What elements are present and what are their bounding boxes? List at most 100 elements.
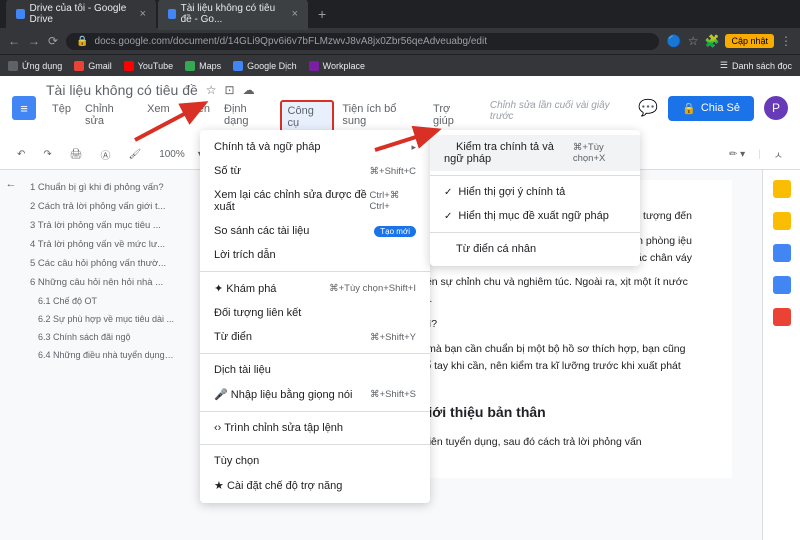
maps-icon[interactable] [773, 308, 791, 326]
separator [200, 271, 430, 272]
linked-objects-item[interactable]: Đối tượng liên kết [200, 301, 430, 325]
collapse-button[interactable]: ㅅ [769, 144, 788, 165]
avatar[interactable]: P [764, 96, 788, 120]
last-edit-text: Chỉnh sửa lần cuối vài giây trước [490, 100, 628, 134]
dictionary-item[interactable]: Từ điển⌘+Shift+Y [200, 325, 430, 349]
outline-item[interactable]: 3 Trả lời phỏng vấn mục tiêu ... [28, 216, 176, 235]
reading-list[interactable]: ☰Danh sách đọc [720, 60, 792, 71]
workplace-icon [309, 61, 319, 71]
gmail-bookmark[interactable]: Gmail [74, 61, 112, 71]
tab-title: Drive của tôi - Google Drive [30, 3, 135, 25]
outline-item[interactable]: 4 Trả lời phỏng vấn về mức lư... [28, 235, 176, 254]
print-button[interactable]: 🖨 [65, 146, 88, 163]
youtube-bookmark[interactable]: YouTube [124, 61, 173, 71]
outline-item[interactable]: 6.3 Chính sách đãi ngộ [28, 328, 176, 346]
undo-button[interactable]: ↶ [12, 146, 30, 163]
tasks-icon[interactable] [773, 244, 791, 262]
list-icon: ☰ [720, 60, 728, 71]
mic-icon: 🎤 [214, 389, 228, 401]
cloud-icon[interactable]: ☁ [243, 83, 255, 97]
compare-docs-item[interactable]: So sánh các tài liệuTạo mới [200, 219, 430, 243]
back-button[interactable]: ← [8, 34, 20, 48]
citations-item[interactable]: Lời trích dẫn [200, 243, 430, 267]
reload-button[interactable]: ⟳ [48, 34, 58, 48]
url-field[interactable]: 🔒 docs.google.com/document/d/14GLi9Qpv6i6… [66, 33, 659, 50]
explore-item[interactable]: ✦ Khám phá⌘+Tùy chọn+Shift+I [200, 276, 430, 301]
keep-icon[interactable] [773, 212, 791, 230]
explore-icon: ✦ [214, 283, 223, 295]
close-icon[interactable]: × [140, 8, 146, 20]
script-editor-item[interactable]: ‹› Trình chỉnh sửa tập lệnh [200, 416, 430, 440]
calendar-icon[interactable] [773, 180, 791, 198]
maps-bookmark[interactable]: Maps [185, 61, 221, 71]
outline-item[interactable]: 6.4 Những điều nhà tuyển dụng ... [28, 346, 176, 364]
show-spelling-item[interactable]: ✓Hiển thị gợi ý chính tả [430, 180, 640, 204]
outline-item[interactable]: 6.1 Chế độ OT [28, 292, 176, 310]
new-badge: Tạo mới [374, 226, 416, 237]
document-outline: 1 Chuẩn bị gì khi đi phỏng vấn? 2 Cách t… [22, 170, 182, 540]
gmail-icon [74, 61, 84, 71]
youtube-icon [124, 61, 134, 71]
browser-tab[interactable]: Drive của tôi - Google Drive × [6, 0, 156, 30]
comment-icon[interactable]: 💬 [638, 98, 658, 118]
workplace-bookmark[interactable]: Workplace [309, 61, 365, 71]
docs-icon [168, 9, 176, 19]
menu-tools[interactable]: Công cụ [280, 100, 335, 134]
translate-item[interactable]: Dịch tài liệu [200, 358, 430, 382]
bookmark-bar: Ứng dụng Gmail YouTube Maps Google Dịch … [0, 54, 800, 76]
word-count-item[interactable]: Số từ⌘+Shift+C [200, 159, 430, 183]
edit-mode-button[interactable]: ✏ ▾ [724, 146, 750, 163]
spell-check-item[interactable]: Kiểm tra chính tả và ngữ pháp⌘+Tùy chọn+… [430, 135, 640, 171]
apps-icon [8, 61, 18, 71]
drive-icon [16, 9, 25, 19]
extension-icon[interactable]: 🔵 [667, 34, 682, 48]
annotation-arrow [370, 105, 450, 160]
separator [200, 353, 430, 354]
outline-item[interactable]: 2 Cách trả lời phỏng vấn giới t... [28, 197, 176, 216]
lock-icon: 🔒 [76, 36, 88, 47]
spellcheck-button[interactable]: Ⓐ [95, 144, 115, 165]
code-icon: ‹› [214, 422, 221, 434]
share-button[interactable]: 🔒Chia Sẻ [668, 96, 754, 121]
separator [430, 175, 640, 176]
tab-title: Tài liệu không có tiêu đề - Go... [181, 3, 287, 25]
check-icon: ✓ [444, 211, 452, 222]
spelling-submenu: Kiểm tra chính tả và ngữ pháp⌘+Tùy chọn+… [430, 130, 640, 266]
extensions-icon[interactable]: 🧩 [705, 34, 720, 48]
outline-item[interactable]: 1 Chuẩn bị gì khi đi phỏng vấn? [28, 178, 176, 197]
outline-item[interactable]: 5 Các câu hỏi phỏng vấn thườ... [28, 254, 176, 273]
check-icon: ✓ [444, 187, 452, 198]
docs-logo-icon[interactable]: ≡ [12, 96, 36, 120]
url-bar: ← → ⟳ 🔒 docs.google.com/document/d/14GLi9… [0, 28, 800, 54]
new-tab-button[interactable]: + [310, 6, 334, 22]
maps-icon [185, 61, 195, 71]
translate-bookmark[interactable]: Google Dịch [233, 61, 297, 71]
close-icon[interactable]: × [292, 8, 298, 20]
star-icon[interactable]: ☆ [688, 34, 699, 48]
menu-format[interactable]: Định dạng [218, 100, 278, 134]
outline-item[interactable]: 6 Những câu hỏi nên hỏi nhà ... [28, 273, 176, 292]
personal-dictionary-item[interactable]: Từ điển cá nhân [430, 237, 640, 261]
accessibility-item[interactable]: ★ Cài đặt chế độ trợ năng [200, 473, 430, 498]
apps-bookmark[interactable]: Ứng dụng [8, 61, 62, 71]
contacts-icon[interactable] [773, 276, 791, 294]
menu-icon[interactable]: ⋮ [780, 34, 792, 48]
outline-toggle[interactable]: ← [0, 170, 22, 540]
translate-icon [233, 61, 243, 71]
move-icon[interactable]: ⊡ [225, 83, 235, 97]
browser-tabs-bar: Drive của tôi - Google Drive × Tài liệu k… [0, 0, 800, 28]
lock-icon: 🔒 [682, 102, 696, 115]
forward-button[interactable]: → [28, 34, 40, 48]
voice-typing-item[interactable]: 🎤 Nhập liệu bằng giọng nói⌘+Shift+S [200, 382, 430, 407]
show-grammar-item[interactable]: ✓Hiển thị mục đề xuất ngữ pháp [430, 204, 640, 228]
menu-file[interactable]: Tệp [46, 100, 77, 134]
separator [200, 444, 430, 445]
browser-tab[interactable]: Tài liệu không có tiêu đề - Go... × [158, 0, 308, 30]
side-panel [762, 170, 800, 540]
url-text: docs.google.com/document/d/14GLi9Qpv6i6v… [95, 36, 487, 47]
outline-item[interactable]: 6.2 Sự phù hợp về mục tiêu dài ... [28, 310, 176, 328]
update-button[interactable]: Cập nhật [725, 34, 774, 48]
preferences-item[interactable]: Tùy chọn [200, 449, 430, 473]
review-edits-item[interactable]: Xem lại các chỉnh sửa được đề xuấtCtrl+⌘… [200, 183, 430, 219]
redo-button[interactable]: ↷ [38, 146, 56, 163]
